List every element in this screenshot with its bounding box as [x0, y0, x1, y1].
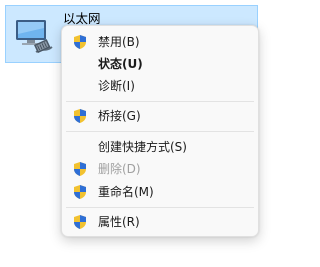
- menu-item-label: 重命名(M): [98, 185, 154, 199]
- uac-shield-icon: [74, 109, 86, 123]
- context-menu: 禁用(B) 状态(U) 诊断(I) 桥接(G) 创建快捷方式(S) 删除(D): [61, 25, 259, 237]
- menu-item-label: 桥接(G): [98, 109, 141, 123]
- menu-item-label: 诊断(I): [98, 79, 135, 93]
- menu-item-label: 删除(D): [98, 162, 141, 176]
- menu-item-label: 禁用(B): [98, 35, 140, 49]
- menu-item-bridge[interactable]: 桥接(G): [66, 105, 254, 127]
- menu-separator: [66, 207, 254, 208]
- menu-item-rename[interactable]: 重命名(M): [66, 181, 254, 203]
- network-adapter-icon: [16, 20, 53, 54]
- uac-shield-icon: [74, 215, 86, 229]
- uac-shield-icon: [74, 35, 86, 49]
- menu-separator: [66, 101, 254, 102]
- menu-separator: [66, 131, 254, 132]
- menu-item-label: 创建快捷方式(S): [98, 140, 187, 154]
- uac-shield-icon: [74, 185, 86, 199]
- menu-item-create-shortcut[interactable]: 创建快捷方式(S): [66, 136, 254, 158]
- menu-item-diagnose[interactable]: 诊断(I): [66, 75, 254, 97]
- menu-item-status[interactable]: 状态(U): [66, 53, 254, 75]
- menu-item-label: 属性(R): [98, 215, 140, 229]
- uac-shield-icon: [74, 162, 86, 176]
- menu-item-disable[interactable]: 禁用(B): [66, 31, 254, 53]
- menu-item-label: 状态(U): [98, 57, 143, 71]
- menu-item-delete: 删除(D): [66, 158, 254, 180]
- menu-item-properties[interactable]: 属性(R): [66, 211, 254, 233]
